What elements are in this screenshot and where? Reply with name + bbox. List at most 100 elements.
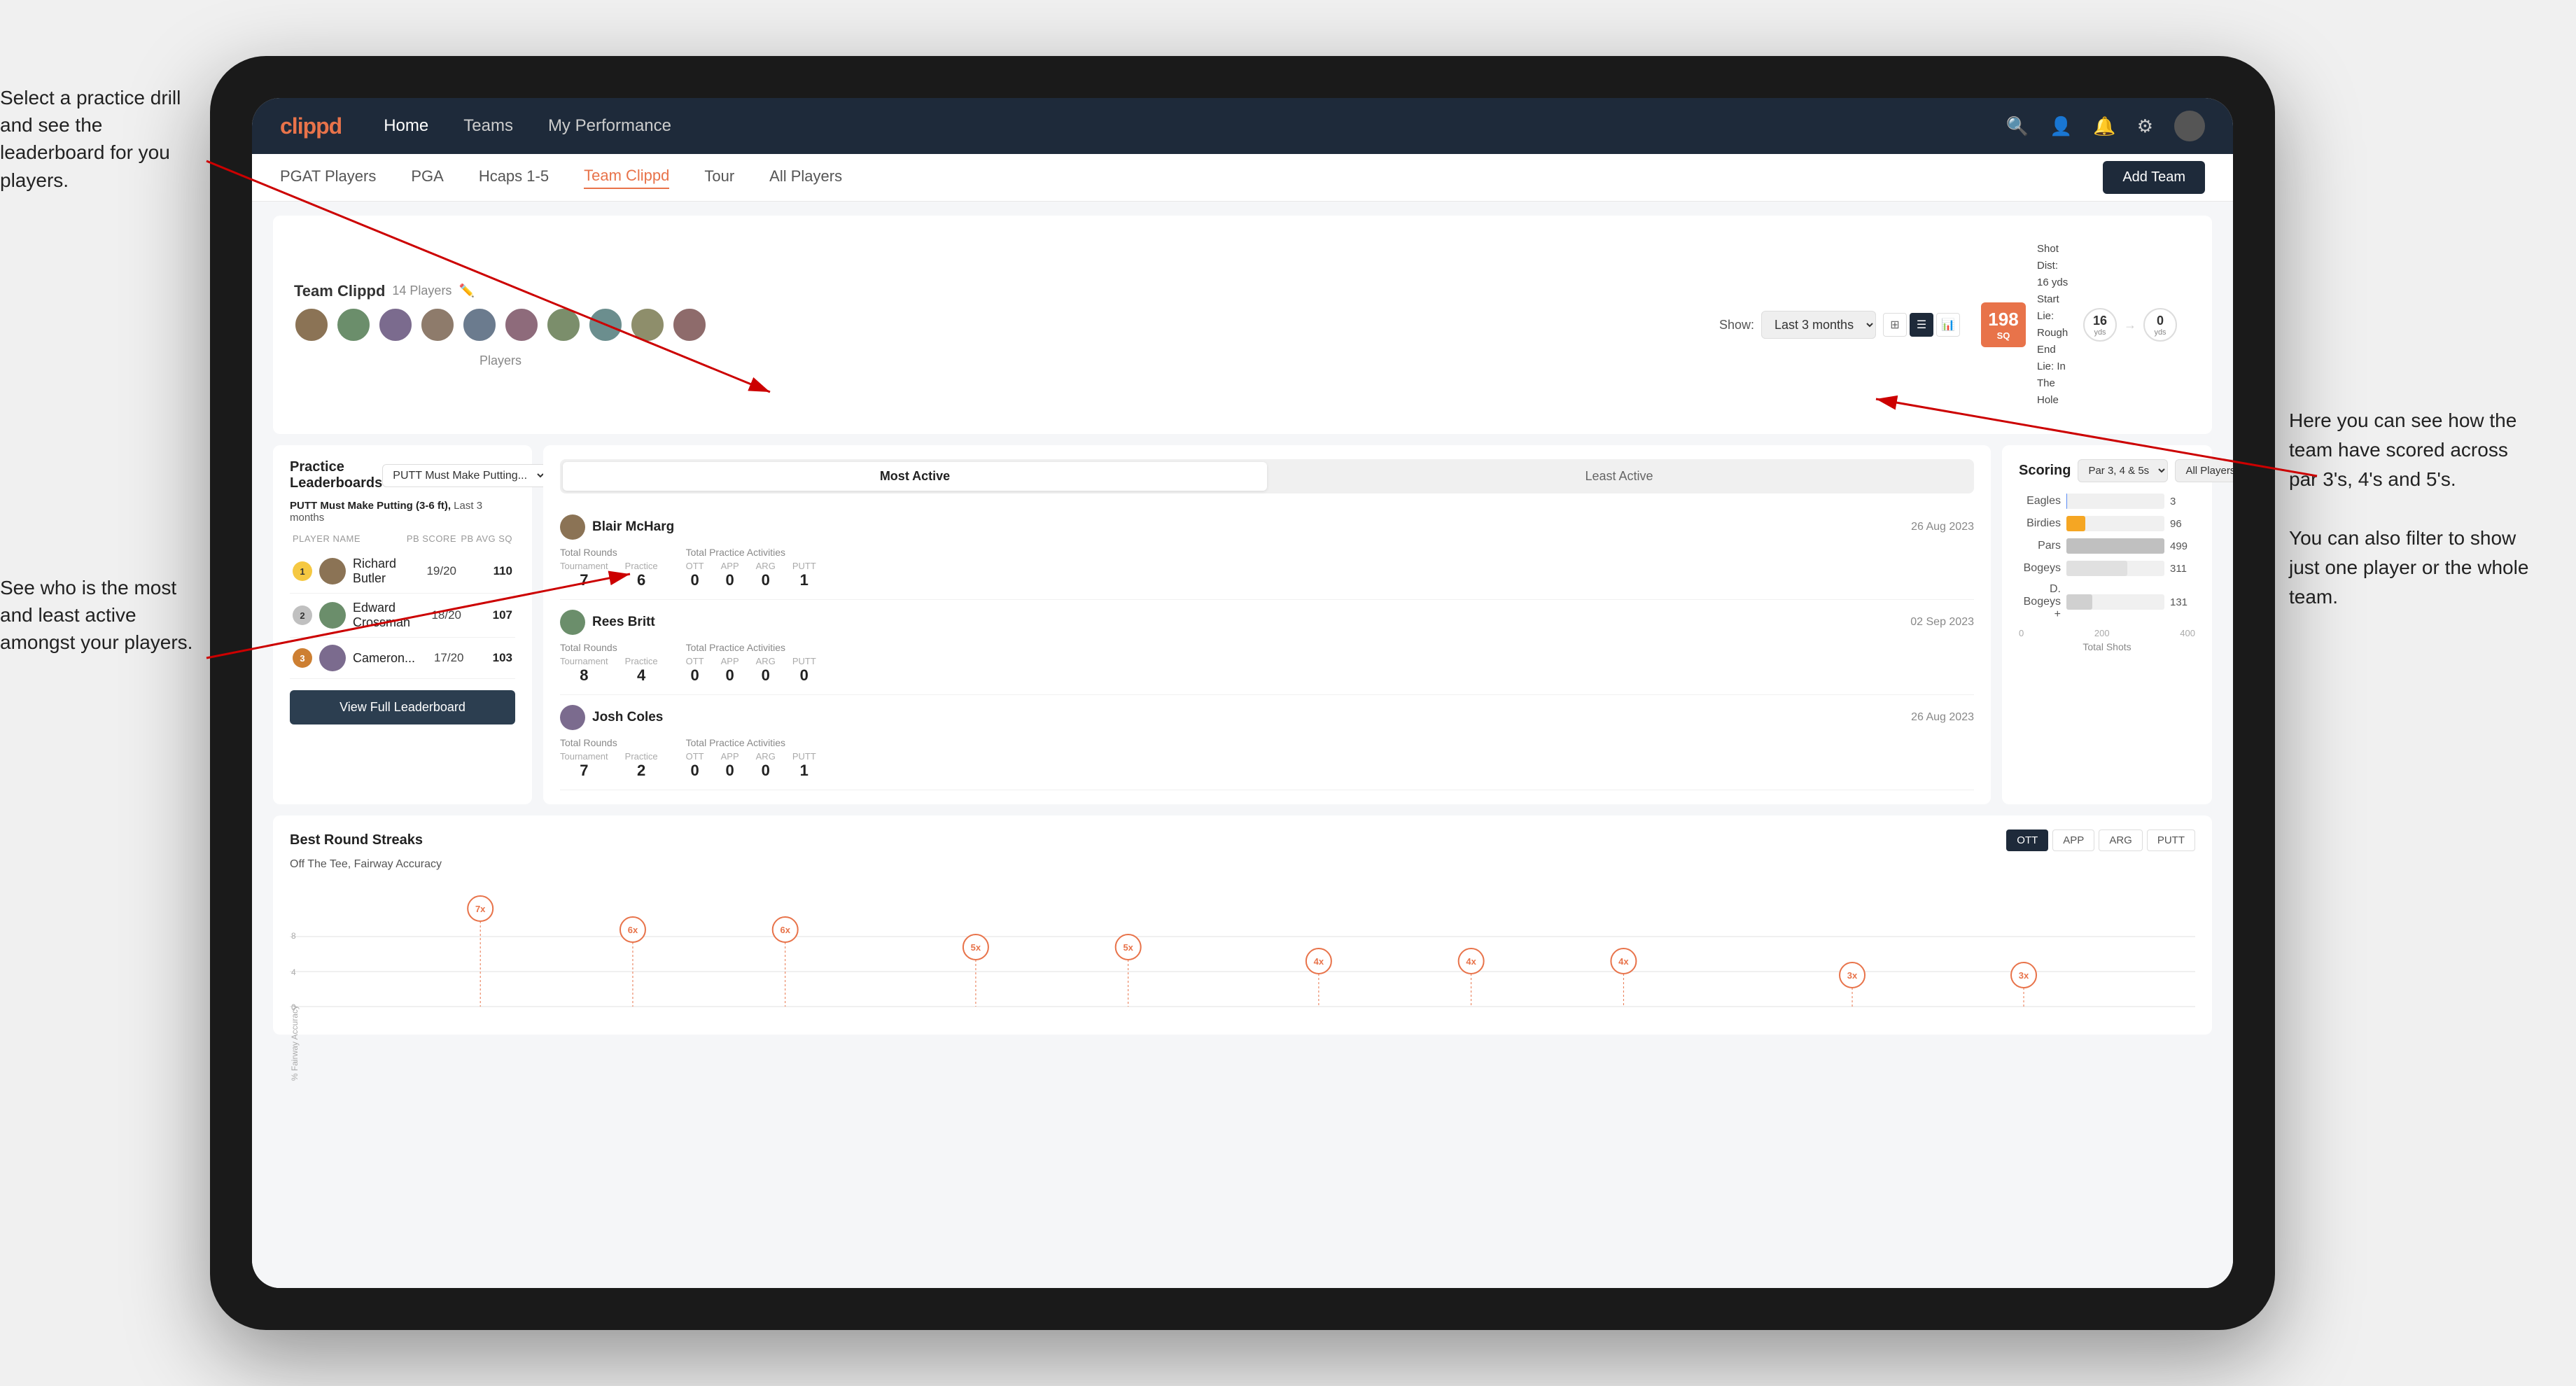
pac-name-2: Rees Britt xyxy=(592,615,655,630)
bar-row-pars: Pars 499 xyxy=(2019,538,2195,554)
streaks-btn-app[interactable]: APP xyxy=(2052,830,2094,851)
player-activity-card-1: Blair McHarg 26 Aug 2023 Total Rounds To… xyxy=(560,505,1974,600)
top-nav: clippd Home Teams My Performance 🔍 👤 🔔 ⚙ xyxy=(252,98,2233,154)
pac-stats-2: Total Rounds Tournament 8 Practice 4 xyxy=(560,642,1974,685)
pac-avatar-2 xyxy=(560,610,585,635)
tablet-screen: clippd Home Teams My Performance 🔍 👤 🔔 ⚙… xyxy=(252,98,2233,1288)
player-activity-card-3: Josh Coles 26 Aug 2023 Total Rounds Tour… xyxy=(560,695,1974,790)
player-avatar-9[interactable] xyxy=(630,307,665,342)
bar-fill-bogeys xyxy=(2066,561,2127,576)
svg-text:7x: 7x xyxy=(475,904,486,914)
subnav-pga[interactable]: PGA xyxy=(411,167,443,188)
lb-avatar-3 xyxy=(319,645,346,671)
player-avatar-3[interactable] xyxy=(378,307,413,342)
avatar[interactable] xyxy=(2174,111,2205,141)
nav-link-teams[interactable]: Teams xyxy=(463,116,513,136)
subnav-team-clippd[interactable]: Team Clippd xyxy=(584,167,669,189)
table-row: 1 Richard Butler 19/20 110 xyxy=(290,550,515,594)
player-avatar-7[interactable] xyxy=(546,307,581,342)
subnav-all-players[interactable]: All Players xyxy=(769,167,842,188)
streaks-btn-ott[interactable]: OTT xyxy=(2006,830,2048,851)
bell-icon[interactable]: 🔔 xyxy=(2093,115,2115,137)
annotation-right: Here you can see how the team have score… xyxy=(2289,406,2555,612)
team-right: Show: Last 3 months ⊞ ☰ 📊 198 SQ xyxy=(1719,230,2191,420)
view-chart-icon[interactable]: 📊 xyxy=(1936,313,1960,337)
person-icon[interactable]: 👤 xyxy=(2050,115,2072,137)
pac-practice-activities-1: Total Practice Activities OTT 0 APP 0 xyxy=(686,547,816,589)
player-avatar-2[interactable] xyxy=(336,307,371,342)
view-full-leaderboard-button[interactable]: View Full Leaderboard xyxy=(290,690,515,724)
tablet-device: clippd Home Teams My Performance 🔍 👤 🔔 ⚙… xyxy=(210,56,2275,1330)
pac-date-1: 26 Aug 2023 xyxy=(1911,521,1974,533)
show-period-select[interactable]: Last 3 months xyxy=(1761,311,1876,339)
scoring-bar-chart: Eagles 3 Birdies 96 xyxy=(2019,493,2195,621)
bar-row-bogeys: Bogeys 311 xyxy=(2019,561,2195,576)
add-team-button[interactable]: Add Team xyxy=(2103,161,2205,194)
nav-logo: clippd xyxy=(280,113,342,139)
view-icons: ⊞ ☰ 📊 xyxy=(1883,313,1960,337)
svg-text:3x: 3x xyxy=(1847,970,1858,981)
streaks-btn-putt[interactable]: PUTT xyxy=(2147,830,2195,851)
team-header: Team Clippd 14 Players ✏️ xyxy=(273,216,2212,434)
streaks-chart-area: 7x 6x 6x 5x xyxy=(290,881,2195,1021)
svg-text:4x: 4x xyxy=(1466,956,1476,967)
nav-links: Home Teams My Performance xyxy=(384,116,2005,136)
lb-score-2: 18/20 xyxy=(417,608,461,622)
player-avatar-4[interactable] xyxy=(420,307,455,342)
player-avatar-5[interactable] xyxy=(462,307,497,342)
shot-circle-1: 16 yds xyxy=(2083,308,2117,342)
lb-name-3: Cameron... xyxy=(353,651,415,666)
pac-header-2: Rees Britt 02 Sep 2023 xyxy=(560,610,1974,635)
pac-name-1: Blair McHarg xyxy=(592,519,674,535)
subnav-hcaps[interactable]: Hcaps 1-5 xyxy=(479,167,549,188)
streaks-btn-arg[interactable]: ARG xyxy=(2099,830,2143,851)
scoring-filter-players[interactable]: All Players xyxy=(2175,459,2233,482)
player-avatar-6[interactable] xyxy=(504,307,539,342)
player-avatar-10[interactable] xyxy=(672,307,707,342)
leaderboard-subtitle: PUTT Must Make Putting (3-6 ft), Last 3 … xyxy=(290,500,515,524)
annotation-left-bottom: See who is the most and least active amo… xyxy=(0,574,203,657)
pac-stats-1: Total Rounds Tournament 7 Practice 6 xyxy=(560,547,1974,589)
tab-most-active[interactable]: Most Active xyxy=(563,462,1267,491)
streaks-chart-svg: 7x 6x 6x 5x xyxy=(290,881,2195,1021)
view-grid-icon[interactable]: ⊞ xyxy=(1883,313,1907,337)
pac-name-row-1: Blair McHarg xyxy=(560,514,674,540)
player-avatar-8[interactable] xyxy=(588,307,623,342)
pac-stats-3: Total Rounds Tournament 7 Practice 2 xyxy=(560,737,1974,780)
scoring-header: Scoring Par 3, 4 & 5s All Players xyxy=(2019,459,2195,482)
edit-icon[interactable]: ✏️ xyxy=(458,284,474,298)
shot-info: Shot Dist: 16 yds Start Lie: Rough End L… xyxy=(2037,241,2072,409)
bar-fill-eagles xyxy=(2066,493,2067,509)
team-title: Team Clippd 14 Players ✏️ xyxy=(294,282,707,300)
pac-total-rounds-2: Total Rounds Tournament 8 Practice 4 xyxy=(560,642,658,685)
table-row: 3 Cameron... 17/20 103 xyxy=(290,638,515,679)
player-avatars-row xyxy=(294,307,707,342)
tab-least-active[interactable]: Least Active xyxy=(1267,462,1971,491)
scoring-filter-par[interactable]: Par 3, 4 & 5s xyxy=(2078,459,2168,482)
subnav-tour[interactable]: Tour xyxy=(704,167,734,188)
lb-table-header: PLAYER NAME PB SCORE PB AVG SQ xyxy=(290,533,515,544)
view-list-icon[interactable]: ☰ xyxy=(1910,313,1933,337)
activity-tabs: Most Active Least Active xyxy=(560,459,1974,493)
pac-practice-activities-2: Total Practice Activities OTT 0 APP 0 xyxy=(686,642,816,685)
pac-total-rounds-1: Total Rounds Tournament 7 Practice 6 xyxy=(560,547,658,589)
lb-score-1: 19/20 xyxy=(407,564,456,578)
lb-avg-3: 103 xyxy=(471,651,512,665)
players-label: Players xyxy=(294,354,707,368)
bar-row-birdies: Birdies 96 xyxy=(2019,516,2195,531)
pac-name-row-3: Josh Coles xyxy=(560,705,663,730)
main-content: Team Clippd 14 Players ✏️ xyxy=(252,202,2233,1288)
chart-y-axis-label: % Fairway Accuracy xyxy=(290,202,300,1081)
svg-text:4x: 4x xyxy=(1314,956,1324,967)
bar-fill-dbogeys xyxy=(2066,594,2092,610)
nav-link-performance[interactable]: My Performance xyxy=(548,116,671,136)
search-icon[interactable]: 🔍 xyxy=(2006,115,2029,137)
shot-number: 198 SQ xyxy=(1981,302,2026,347)
subnav-pgat[interactable]: PGAT Players xyxy=(280,167,376,188)
lb-avatar-1 xyxy=(319,558,346,584)
table-row: 2 Edward Crossman 18/20 107 xyxy=(290,594,515,638)
leaderboard-select[interactable]: PUTT Must Make Putting... xyxy=(382,464,547,487)
nav-link-home[interactable]: Home xyxy=(384,116,428,136)
settings-icon[interactable]: ⚙ xyxy=(2137,115,2153,137)
pac-date-2: 02 Sep 2023 xyxy=(1910,616,1974,629)
